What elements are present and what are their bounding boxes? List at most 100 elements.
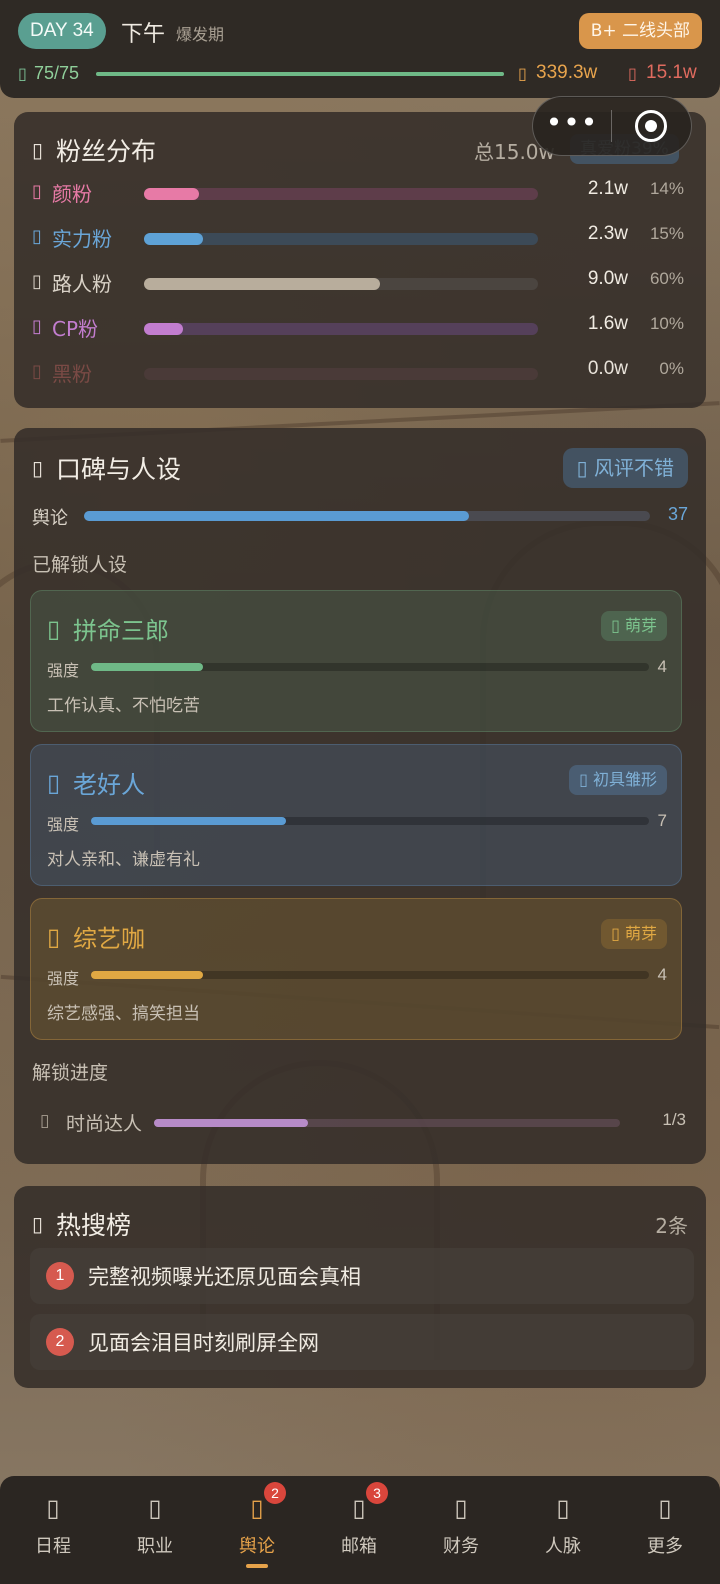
nav-label: 职业 [137, 1536, 173, 1557]
strength-bar [91, 663, 649, 671]
fan-percent: 14% [649, 179, 684, 198]
card-title: 口碑与人设 [56, 455, 182, 484]
fan-bar [144, 323, 538, 335]
briefcase-icon: ▯ [148, 1494, 162, 1522]
fan-type-label: CP粉 [52, 317, 99, 341]
heart-icon: ▯ [628, 64, 637, 83]
mic-icon: ▯ [47, 923, 61, 951]
fan-bar [144, 188, 538, 200]
card-title: 热搜榜 [56, 1211, 132, 1240]
hot-search-item[interactable]: 2 见面会泪目时刻刷屏全网 [30, 1314, 694, 1370]
strength-label: 强度 [47, 661, 80, 680]
money-value: 339.3w [536, 62, 598, 83]
fan-type-label: 路人粉 [52, 272, 112, 296]
fan-percent: 0% [659, 359, 684, 378]
persona-card[interactable]: ▯ 拼命三郎 ▯ 萌芽 强度 4 工作认真、不怕吃苦 [30, 590, 682, 732]
fans-distribution-card: ▯ 粉丝分布 总15.0w 真爱粉39% ▯颜粉2.1w14%▯实力粉2.3w1… [14, 112, 706, 408]
strength-value: 4 [657, 657, 667, 676]
nav-item[interactable]: ▯ 财务 [410, 1476, 512, 1584]
hot-search-count: 2条 [655, 1214, 688, 1238]
persona-name: 综艺咖 [73, 925, 145, 953]
strength-value: 4 [657, 965, 667, 984]
more-options-icon[interactable]: ••• [533, 97, 611, 155]
more-icon: ▯ [658, 1494, 672, 1522]
miniprogram-capsule: ••• [532, 96, 692, 156]
leaf-icon: ▯ [579, 770, 588, 789]
card-title: 粉丝分布 [56, 137, 157, 166]
wallet-icon: ▯ [454, 1494, 468, 1522]
reputation-badge-label: 风评不错 [594, 456, 674, 480]
lightning-icon: ▯ [18, 64, 27, 83]
rank-badge[interactable]: B+ 二线头部 [578, 13, 702, 49]
unlock-progress-label: 解锁进度 [32, 1062, 109, 1084]
persona-stage-badge: ▯ 萌芽 [601, 611, 667, 641]
persona-card[interactable]: ▯ 综艺咖 ▯ 萌芽强度 4 综艺感强、搞笑担当 [30, 898, 682, 1040]
fan-percent: 15% [649, 224, 684, 243]
fan-count: 0.0w [587, 358, 628, 379]
persona-description: 对人亲和、谦虚有礼 [47, 850, 200, 870]
energy-bar [96, 72, 504, 76]
hot-search-item[interactable]: 1 完整视频曝光还原见面会真相 [30, 1248, 694, 1304]
fan-percent: 60% [649, 269, 684, 288]
fan-bar [144, 368, 538, 380]
fire-icon: ▯ [32, 1212, 44, 1236]
time-of-day: 下午 [121, 22, 166, 47]
thumbs-up-icon: ▯ [576, 456, 588, 480]
nav-label: 日程 [35, 1536, 71, 1557]
sparkle-icon: ▯ [32, 181, 42, 202]
persona-name: 拼命三郎 [73, 617, 169, 645]
persona-description: 综艺感强、搞笑担当 [47, 1004, 200, 1024]
strength-bar [91, 817, 649, 825]
strength-value: 7 [657, 811, 667, 830]
career-phase: 爆发期 [176, 25, 225, 44]
fan-type-label: 颜粉 [52, 182, 92, 206]
status-bar: DAY 34 下午 爆发期 B+ 二线头部 ▯ 75/75 ▯ 339.3w ▯… [0, 0, 720, 98]
bottom-navigation: ▯ 日程 ▯ 职业 ▯ 舆论 2 ▯ 邮箱 3 ▯ 财务 ▯ 人脉 ▯ 更多 [0, 1476, 720, 1584]
users-icon: ▯ [32, 138, 44, 162]
nav-item[interactable]: ▯ 舆论 2 [206, 1476, 308, 1584]
hot-search-card: ▯ 热搜榜 2条 1 完整视频曝光还原见面会真相 2 见面会泪目时刻刷屏全网 [14, 1186, 706, 1388]
nav-label: 财务 [443, 1536, 479, 1557]
nav-item[interactable]: ▯ 人脉 [512, 1476, 614, 1584]
nav-item[interactable]: ▯ 日程 [2, 1476, 104, 1584]
nav-item[interactable]: ▯ 邮箱 3 [308, 1476, 410, 1584]
megaphone-icon: ▯ [250, 1494, 264, 1522]
fan-percent: 10% [649, 314, 684, 333]
hot-search-text: 完整视频曝光还原见面会真相 [88, 1265, 361, 1289]
persona-stage-badge: ▯ 初具雏形 [569, 765, 667, 795]
hot-search-rank: 1 [46, 1262, 74, 1290]
persona-name: 老好人 [73, 771, 145, 799]
locked-persona-label: 时尚达人 [66, 1113, 143, 1135]
day-badge: DAY 34 [18, 13, 106, 49]
persona-stage-label: 萌芽 [624, 616, 657, 635]
opinion-label: 舆论 [32, 508, 68, 529]
close-miniprogram-icon[interactable] [635, 110, 667, 142]
capsule-divider [611, 110, 612, 142]
strength-label: 强度 [47, 969, 80, 988]
fan-count: 9.0w [587, 268, 628, 289]
mail-icon: ▯ [352, 1494, 366, 1522]
nav-item[interactable]: ▯ 更多 [614, 1476, 716, 1584]
persona-stage-badge: ▯ 萌芽 [601, 919, 667, 949]
unlock-progress-row[interactable]: ▯ 时尚达人 1/3 [36, 1108, 686, 1138]
hot-search-text: 见面会泪目时刻刷屏全网 [88, 1331, 319, 1355]
unlock-progress-bar [154, 1119, 620, 1127]
sprout-icon: ▯ [611, 924, 620, 943]
fan-count: 2.3w [587, 223, 628, 244]
active-indicator [246, 1564, 268, 1568]
strength-label: 强度 [47, 815, 80, 834]
skull-icon: ▯ [32, 361, 42, 382]
fan-type-label: 黑粉 [52, 362, 92, 386]
fan-row: ▯ 路人粉 9.0w 60% [32, 268, 692, 298]
nav-label: 邮箱 [341, 1536, 377, 1557]
nav-label: 舆论 [239, 1536, 275, 1557]
opinion-value: 37 [667, 504, 688, 524]
persona-card[interactable]: ▯ 老好人 ▯ 初具雏形强度 7 对人亲和、谦虚有礼 [30, 744, 682, 886]
fan-row: ▯ CP粉 1.6w 10% [32, 313, 692, 343]
nav-item[interactable]: ▯ 职业 [104, 1476, 206, 1584]
fan-row: ▯ 实力粉 2.3w 15% [32, 223, 692, 253]
couple-icon: ▯ [32, 316, 42, 337]
reputation-badge[interactable]: ▯ 风评不错 [562, 448, 688, 488]
nav-label: 更多 [647, 1536, 683, 1557]
reputation-card: ▯ 口碑与人设 ▯ 风评不错 舆论 37 已解锁人设 ▯ 拼命三郎 ▯ 萌芽 强度 4 工… [14, 428, 706, 1164]
